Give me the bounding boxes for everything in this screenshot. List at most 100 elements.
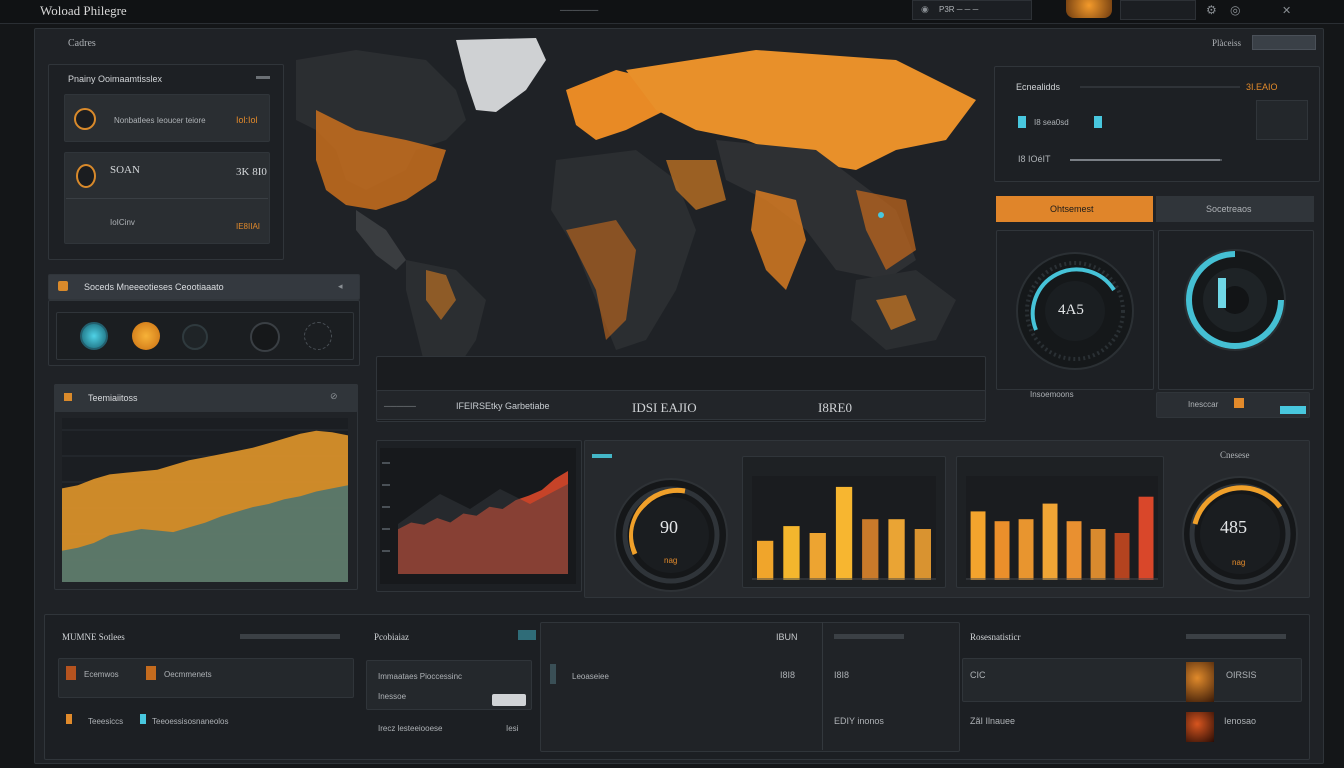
right-top-label-2: I8 IOéIT (1018, 154, 1051, 164)
bottom-right-thumb-2 (1186, 712, 1214, 742)
primary-row-1-icon (74, 108, 96, 130)
trend-panel-badge (64, 393, 72, 401)
area-tick (382, 506, 390, 508)
bottom-left-row-2-label: Teeesiccs (88, 717, 124, 726)
tab-ohtsemest-label: Ohtsemest (1050, 204, 1094, 214)
area-chart (380, 448, 576, 584)
bottom-center-row-2-label: EDIY inonos (834, 716, 884, 726)
world-map-svg (296, 30, 986, 370)
bottom-middle-row-1-value: Inessoe (378, 692, 407, 701)
map-bar-value-1: IDSI EAJIO (632, 400, 697, 415)
primary-row-2-divider (66, 198, 268, 199)
bottom-right-title: Rosesnatisticr (970, 632, 1021, 642)
right-bottom-bar (1156, 392, 1310, 418)
charts-panel-tab[interactable] (592, 454, 612, 458)
right-top-progress-fill (1070, 159, 1220, 161)
bottom-middle-toggle[interactable] (492, 694, 526, 706)
bottom-right-row-1[interactable] (962, 658, 1302, 702)
bottom-left-row-1-value: Oecmmenets (164, 670, 212, 679)
bar-chart-2-svg (966, 476, 1158, 580)
gauge-2-value: 485 (1220, 517, 1247, 537)
right-top-title: Ecnealidds (1016, 82, 1061, 92)
primary-row-1-label: Nonbatlees Ieoucer teiore (114, 116, 206, 125)
right-top-chip[interactable] (1094, 116, 1102, 128)
map-bar-label-mid[interactable]: IFEIRSEtky Garbetiabe (456, 401, 550, 411)
bar1-bar-7 (914, 529, 931, 580)
status-panel-badge (58, 281, 68, 291)
right-top-value: 3I.EAIO (1246, 82, 1278, 92)
bar2-bar-2 (994, 521, 1010, 580)
trend-chart (62, 418, 348, 582)
bottom-center-row-icon (550, 664, 556, 684)
bottom-center-header-line (834, 634, 904, 639)
gauge-2-label: nag (1232, 558, 1246, 567)
right-top-box (1256, 100, 1308, 140)
search-text: P3R ─ ─ ─ (939, 5, 979, 14)
status-icon-5[interactable] (304, 322, 332, 350)
gear-icon[interactable]: ◎ (1230, 3, 1240, 17)
status-panel-menu-icon[interactable]: ◂ (338, 281, 343, 292)
status-icon-1[interactable] (80, 322, 108, 350)
bottom-left-title: MUMNE Sotlees (62, 632, 125, 642)
bottom-left-row-1-label: Ecemwos (84, 670, 119, 679)
right-bottom-chip (1234, 398, 1244, 408)
bottom-left-row-2-value: Teeoessisosnaneolos (152, 717, 229, 726)
settings-icon[interactable]: ⚙ (1206, 3, 1217, 17)
bar2-bar-7 (1114, 533, 1130, 580)
trend-chart-svg (62, 418, 348, 582)
trend-panel-title: Teemiaiitoss (88, 393, 138, 403)
bottom-middle-row-2-value: Iesi (506, 724, 519, 733)
bar2-bar-1 (970, 511, 986, 580)
bottom-middle-title: Pcobiaiaz (374, 632, 409, 642)
bar1-bar-4 (835, 486, 853, 580)
primary-row-2-value: 3K 8I0 (236, 166, 267, 178)
primary-panel-menu[interactable] (256, 76, 270, 79)
bottom-center-divider (822, 622, 823, 750)
right-top-line (1080, 86, 1240, 88)
bottom-left-row-2-icon-2 (140, 714, 146, 724)
right-gauge-1-value: 4A5 (1058, 302, 1084, 318)
tab-ohtsemest[interactable]: Ohtsemest (996, 196, 1153, 222)
bottom-center-panel (540, 622, 960, 752)
status-icon-2[interactable] (132, 322, 160, 350)
bar-chart-2 (966, 476, 1158, 580)
bottom-left-row-2-icon (66, 714, 72, 724)
primary-row-3-value: IE8IIAI (236, 222, 261, 231)
tab-socetreaos-label: Socetreaos (1206, 204, 1252, 214)
bar1-bar-2 (783, 526, 800, 580)
map-bar-label-left: ───── (384, 401, 416, 411)
right-bottom-label-2: Inesccar (1188, 400, 1219, 409)
map-right-toggle[interactable] (1252, 35, 1316, 50)
search-icon: ◉ (921, 4, 929, 14)
bar1-bar-5 (862, 519, 879, 580)
area-tick (382, 462, 390, 464)
area-tick (382, 528, 390, 530)
bottom-center-row-2-value: I8I8 (834, 670, 850, 680)
bottom-center-row-1-label: Leoaseiee (572, 672, 609, 681)
right-bottom-slider[interactable] (1280, 406, 1306, 414)
close-icon[interactable]: ✕ (1282, 4, 1291, 17)
charts-right-caption: Cnesese (1220, 450, 1250, 460)
right-gauge-2-svg (1184, 249, 1286, 351)
primary-row-1-value: Iol:Iol (236, 115, 258, 125)
right-top-label-1: I8 sea0sd (1034, 118, 1069, 127)
status-icon-3[interactable] (182, 324, 208, 350)
bar-chart-1 (752, 476, 936, 580)
trend-panel-info-icon[interactable]: ⊘ (330, 391, 338, 402)
area-tick (382, 484, 390, 486)
bottom-right-header-line (1186, 634, 1286, 639)
bar2-bar-6 (1090, 529, 1106, 580)
gauge-1-value: 90 (660, 517, 678, 537)
bar2-bar-8 (1138, 496, 1154, 580)
bottom-center-header: IBUN (776, 632, 798, 642)
primary-row-3-label: IoICinv (110, 218, 135, 227)
status-icon-4[interactable] (250, 322, 280, 352)
app-title: Woload Philegre (40, 3, 127, 18)
bottom-middle-header-chip[interactable] (518, 630, 536, 640)
primary-panel-title: Pnainy Ooimaamtisslex (68, 74, 163, 84)
bottom-left-row-1-icon (66, 666, 76, 680)
search-box[interactable]: ◉ P3R ─ ─ ─ (912, 0, 1032, 20)
bar1-bar-1 (757, 540, 774, 580)
tab-socetreaos[interactable]: Socetreaos (1156, 196, 1314, 222)
bottom-right-thumb-1 (1186, 662, 1214, 702)
